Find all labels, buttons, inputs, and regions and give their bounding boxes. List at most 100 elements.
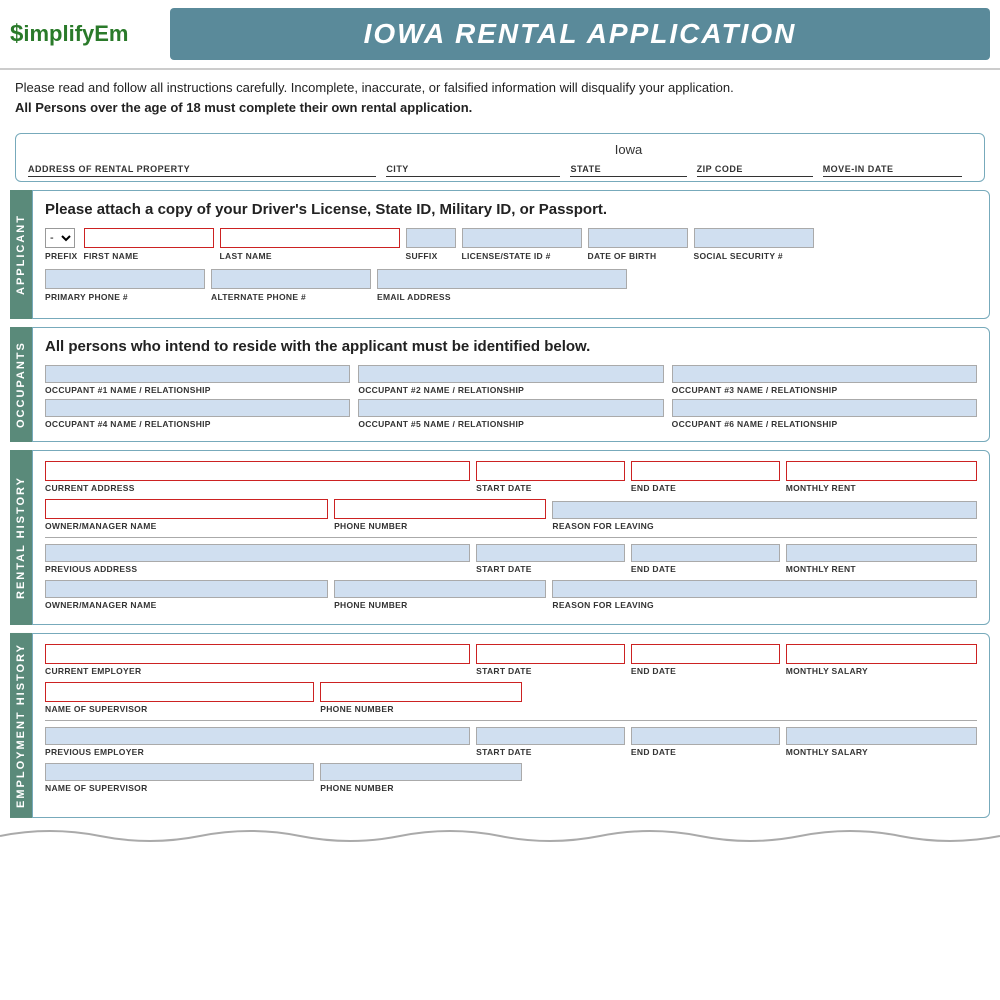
supervisor-input[interactable] — [45, 682, 314, 702]
emp-start-date-input[interactable] — [476, 644, 625, 664]
occupant6-label: OCCUPANT #6 NAME / RELATIONSHIP — [672, 419, 977, 429]
current-phone-input[interactable] — [334, 499, 546, 519]
prev-emp-end-label: END DATE — [631, 747, 780, 757]
prefix-field: - Mr. Ms. Mrs. Dr. PREFIX — [45, 228, 78, 261]
previous-phone-input[interactable] — [334, 580, 546, 598]
primary-phone-field: PRIMARY PHONE # — [45, 269, 205, 302]
current-owner-input[interactable] — [45, 499, 328, 519]
rental-history-section: RENTAL HISTORY CURRENT ADDRESS START DAT… — [10, 450, 990, 625]
previous-monthly-rent-label: MONTHLY RENT — [786, 564, 977, 574]
previous-end-date-field: END DATE — [631, 544, 780, 574]
alt-phone-field: ALTERNATE PHONE # — [211, 269, 371, 302]
first-name-input[interactable] — [84, 228, 214, 248]
employment-history-section: EMPLOYMENT HISTORY CURRENT EMPLOYER STAR… — [10, 633, 990, 818]
prev-emp-start-input[interactable] — [476, 727, 625, 745]
occupant1-field: OCCUPANT #1 NAME / RELATIONSHIP — [45, 365, 350, 395]
zip-field[interactable]: ZIP CODE — [697, 142, 813, 177]
previous-employer-field: PREVIOUS EMPLOYER — [45, 727, 470, 757]
current-employer-field: CURRENT EMPLOYER — [45, 644, 470, 676]
last-name-label: LAST NAME — [220, 251, 400, 261]
current-employer-input[interactable] — [45, 644, 470, 664]
header: $ implifyEm IOWA RENTAL APPLICATION — [0, 0, 1000, 70]
prev-supervisor-input[interactable] — [45, 763, 314, 781]
current-address-field: CURRENT ADDRESS — [45, 461, 470, 493]
last-name-input[interactable] — [220, 228, 400, 248]
applicant-name-row: - Mr. Ms. Mrs. Dr. PREFIX FIRST NAME LAS… — [45, 228, 977, 261]
occupants-tab: OCCUPANTS — [10, 327, 32, 442]
zip-value — [697, 142, 813, 160]
occupant5-input[interactable] — [358, 399, 663, 417]
primary-phone-label: PRIMARY PHONE # — [45, 292, 205, 302]
current-start-date-label: START DATE — [476, 483, 625, 493]
applicant-section: APPLICANT Please attach a copy of your D… — [10, 190, 990, 319]
previous-monthly-rent-input[interactable] — [786, 544, 977, 562]
current-reason-input[interactable] — [552, 501, 977, 519]
logo-name: implifyEm — [23, 21, 128, 47]
prev-emp-start-label: START DATE — [476, 747, 625, 757]
previous-address-field: PREVIOUS ADDRESS — [45, 544, 470, 574]
prev-emp-phone-input[interactable] — [320, 763, 522, 781]
current-reason-label: REASON FOR LEAVING — [552, 521, 977, 531]
prev-supervisor-label: NAME OF SUPERVISOR — [45, 783, 314, 793]
logo: $ implifyEm — [10, 20, 160, 48]
previous-reason-label: REASON FOR LEAVING — [552, 600, 977, 610]
dob-input[interactable] — [588, 228, 688, 248]
emp-end-date-field: END DATE — [631, 644, 780, 676]
occupant6-input[interactable] — [672, 399, 977, 417]
previous-employer-row: PREVIOUS EMPLOYER START DATE END DATE MO… — [45, 727, 977, 757]
occupant1-input[interactable] — [45, 365, 350, 383]
emp-phone-input[interactable] — [320, 682, 522, 702]
occupant4-input[interactable] — [45, 399, 350, 417]
occupant1-label: OCCUPANT #1 NAME / RELATIONSHIP — [45, 385, 350, 395]
previous-reason-input[interactable] — [552, 580, 977, 598]
primary-phone-input[interactable] — [45, 269, 205, 289]
email-input[interactable] — [377, 269, 627, 289]
page-title: IOWA RENTAL APPLICATION — [170, 8, 990, 60]
state-field[interactable]: Iowa STATE — [570, 142, 686, 177]
last-name-field: LAST NAME — [220, 228, 400, 261]
previous-start-date-input[interactable] — [476, 544, 625, 562]
ssn-input[interactable] — [694, 228, 814, 248]
prev-emp-end-input[interactable] — [631, 727, 780, 745]
previous-address-input[interactable] — [45, 544, 470, 562]
dob-label: DATE OF BIRTH — [588, 251, 688, 261]
city-field[interactable]: CITY — [386, 142, 560, 177]
rental-history-tab: RENTAL HISTORY — [10, 450, 32, 625]
previous-reason-field: REASON FOR LEAVING — [552, 580, 977, 610]
alt-phone-label: ALTERNATE PHONE # — [211, 292, 371, 302]
occupant3-input[interactable] — [672, 365, 977, 383]
emp-phone-label: PHONE NUMBER — [320, 704, 522, 714]
previous-phone-field: PHONE NUMBER — [334, 580, 546, 610]
address-field[interactable]: ADDRESS OF RENTAL PROPERTY — [28, 142, 376, 177]
current-end-date-input[interactable] — [631, 461, 780, 481]
current-owner-field: OWNER/MANAGER NAME — [45, 499, 328, 531]
alt-phone-input[interactable] — [211, 269, 371, 289]
previous-address-label: PREVIOUS ADDRESS — [45, 564, 470, 574]
current-start-date-input[interactable] — [476, 461, 625, 481]
move-in-date-field[interactable]: MOVE-IN DATE — [823, 142, 962, 177]
license-input[interactable] — [462, 228, 582, 248]
previous-start-date-field: START DATE — [476, 544, 625, 574]
previous-employer-input[interactable] — [45, 727, 470, 745]
prev-emp-salary-input[interactable] — [786, 727, 977, 745]
current-monthly-rent-label: MONTHLY RENT — [786, 483, 977, 493]
occupant6-field: OCCUPANT #6 NAME / RELATIONSHIP — [672, 399, 977, 429]
current-start-date-field: START DATE — [476, 461, 625, 493]
current-end-date-field: END DATE — [631, 461, 780, 493]
occupant2-input[interactable] — [358, 365, 663, 383]
emp-end-date-input[interactable] — [631, 644, 780, 664]
previous-owner-input[interactable] — [45, 580, 328, 598]
emp-monthly-salary-input[interactable] — [786, 644, 977, 664]
current-monthly-rent-input[interactable] — [786, 461, 977, 481]
logo-dollar: $ — [10, 20, 23, 48]
suffix-field: SUFFIX — [406, 228, 456, 261]
previous-owner-row: OWNER/MANAGER NAME PHONE NUMBER REASON F… — [45, 580, 977, 610]
prefix-dropdown[interactable]: - Mr. Ms. Mrs. Dr. — [45, 228, 75, 248]
first-name-field: FIRST NAME — [84, 228, 214, 261]
move-in-date-label: MOVE-IN DATE — [823, 164, 962, 174]
current-monthly-rent-field: MONTHLY RENT — [786, 461, 977, 493]
current-address-input[interactable] — [45, 461, 470, 481]
suffix-input[interactable] — [406, 228, 456, 248]
state-value: Iowa — [570, 142, 686, 160]
previous-end-date-input[interactable] — [631, 544, 780, 562]
